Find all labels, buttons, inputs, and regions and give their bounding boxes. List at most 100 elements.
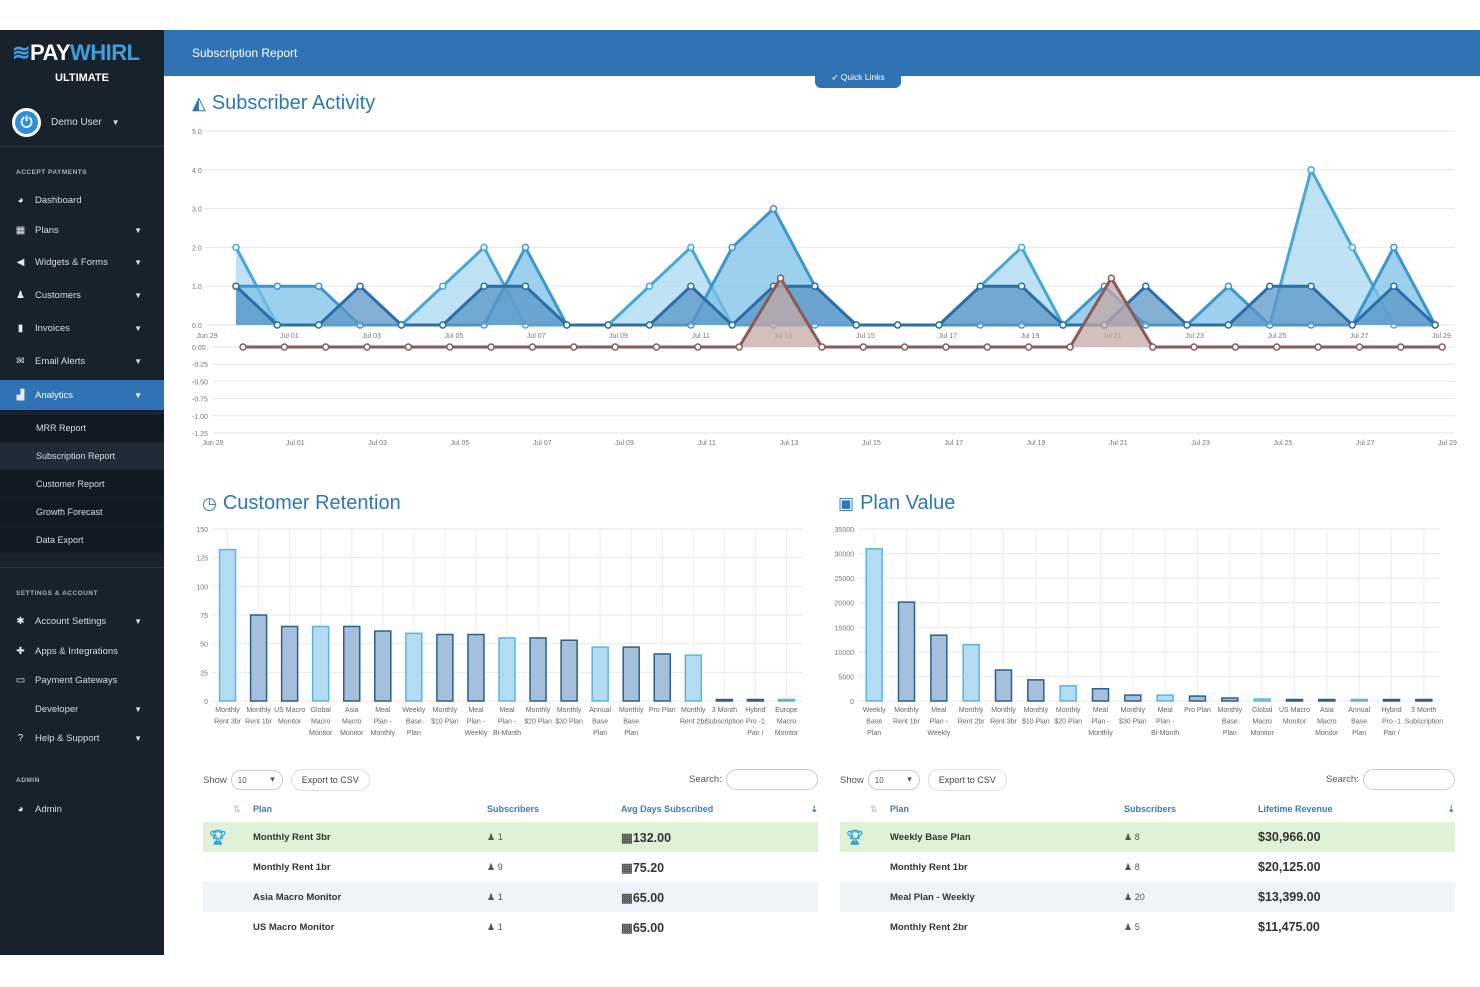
users-icon: ♟ (487, 831, 496, 842)
x-tick-label: Monthly $10 Plan (431, 707, 459, 726)
bar (1350, 698, 1368, 702)
bar (930, 634, 948, 702)
x-tick-label: Weekly Base Plan (863, 707, 886, 737)
table-row[interactable]: 🏆︎ Monthly Rent 3br ♟ 1 ▦132.00 (203, 822, 818, 852)
column-header-subscribers[interactable]: Subscribers (487, 796, 621, 822)
column-header-subscribers[interactable]: Subscribers (1124, 796, 1258, 822)
y-tick-label: 75 (200, 613, 208, 620)
search-input[interactable] (725, 769, 818, 790)
x-tick-label: Monthly Rent 1br (893, 707, 921, 726)
value-cell: $11,475.00 (1258, 920, 1320, 934)
sort-desc-icon[interactable]: ⇣ (1447, 804, 1455, 815)
bar (1221, 697, 1239, 702)
y-tick-label: 25 (200, 670, 208, 677)
table-row[interactable]: US Macro Monitor ♟ 1 ▦65.00 (203, 912, 818, 942)
table-row[interactable]: Meal Plan - Weekly ♟ 20 $13,399.00 (840, 882, 1455, 912)
bar (342, 625, 361, 702)
value-cell: $30,966.00 (1258, 830, 1321, 844)
x-tick-label: Monthly Rent 3br (214, 707, 242, 726)
x-tick-label: Meal Plan -Monthly (1088, 707, 1113, 737)
y-tick-label: 35000 (835, 527, 855, 534)
column-header-value[interactable]: Lifetime Revenue ⇣ (1258, 796, 1455, 822)
bar (1091, 687, 1110, 702)
subscribers-cell: 1 (497, 891, 503, 902)
bar (865, 548, 883, 702)
trophy-icon: 🏆︎ (209, 828, 227, 845)
page-size-select[interactable]: 10 (230, 770, 283, 790)
x-tick-label: Monthly $20 Plan (1054, 707, 1082, 726)
calendar-icon: ▦ (621, 860, 633, 875)
bar (591, 646, 609, 702)
y-tick-label: 30000 (835, 552, 855, 559)
page-size-control: Show10Export to CSV (840, 769, 1007, 791)
value-cell: 132.00 (632, 830, 672, 845)
table-row[interactable]: 🏆︎ Weekly Base Plan ♟ 8 $30,966.00 (840, 822, 1455, 852)
plan-cell: US Macro Monitor (253, 921, 335, 933)
users-icon: ♟ (487, 861, 496, 872)
bar (1059, 685, 1077, 702)
x-tick-label: Monthly $10 Plan (1022, 707, 1050, 726)
table-row[interactable]: Asia Macro Monitor ♟ 1 ▦65.00 (203, 882, 818, 912)
x-tick-label: Europe Macro Monitor (775, 707, 799, 737)
value-cell: 65.00 (632, 920, 665, 935)
bar (1124, 694, 1142, 702)
x-tick-label: Hybrid Pro -1 Pair / (745, 707, 765, 737)
bar (1285, 698, 1304, 702)
x-tick-label: Global Macro Monitor (1250, 707, 1274, 737)
x-tick-label: Annual Base Plan (589, 707, 611, 737)
x-tick-label: Monthly Rent 2br (958, 707, 986, 726)
export-csv-button[interactable]: Export to CSV (290, 769, 370, 791)
users-icon: ♟ (487, 891, 496, 902)
x-tick-label: Asia Macro Monitor (340, 707, 364, 737)
retention-table: ⇅ Plan Subscribers Avg Days Subscribed ⇣… (203, 796, 818, 942)
dashboard-icon: ◕ (17, 803, 24, 815)
column-header-value[interactable]: Avg Days Subscribed ⇣ (621, 796, 818, 822)
sidebar-item-admin[interactable]: ◕ Admin (0, 794, 164, 824)
bar (715, 698, 734, 702)
x-tick-label: Hybrid Pro -1 Pair / (1381, 707, 1401, 737)
subscribers-cell: 8 (1134, 831, 1140, 842)
bar (436, 633, 454, 702)
column-header-plan[interactable]: Plan (253, 796, 487, 822)
bar (962, 643, 980, 702)
sort-icon[interactable]: ⇅ (870, 804, 878, 814)
x-tick-label: Global Macro Monitor (309, 707, 333, 737)
search-input[interactable] (1362, 769, 1455, 790)
search-control: Search: (1326, 769, 1455, 790)
value-cell: $13,399.00 (1258, 890, 1321, 904)
x-tick-label: Monthly $30 Plan (1119, 707, 1147, 726)
table-row[interactable]: Monthly Rent 2br ♟ 5 $11,475.00 (840, 912, 1455, 942)
bar (777, 698, 796, 702)
calendar-icon: ▦ (621, 890, 633, 905)
y-tick-label: 10000 (835, 650, 855, 657)
y-tick-label: 50 (200, 642, 208, 649)
x-tick-label: Meal Plan -Monthly (371, 707, 396, 737)
subscribers-cell: 5 (1134, 921, 1140, 932)
subscribers-cell: 9 (497, 861, 503, 872)
plan-cell: Monthly Rent 1br (253, 861, 331, 873)
x-tick-label: Meal Plan -Weekly (927, 707, 950, 737)
bar (405, 632, 423, 702)
table-row[interactable]: Monthly Rent 1br ♟ 9 ▦75.20 (203, 852, 818, 882)
export-csv-button[interactable]: Export to CSV (927, 769, 1007, 791)
users-icon: ♟ (1124, 861, 1133, 872)
page-size-select[interactable]: 10 (867, 770, 920, 790)
bar (249, 614, 268, 702)
bar (467, 633, 485, 702)
subscribers-cell: 1 (497, 831, 503, 842)
y-tick-label: 25000 (835, 576, 855, 583)
x-tick-label: Monthly Rent 1br (245, 707, 273, 726)
users-icon: ♟ (1124, 921, 1133, 932)
x-tick-label: Meal Plan -Weekly (465, 707, 488, 737)
y-tick-label: 150 (196, 527, 208, 534)
sort-desc-icon[interactable]: ⇣ (810, 804, 818, 815)
subscribers-cell: 8 (1134, 861, 1140, 872)
table-row[interactable]: Monthly Rent 1br ♟ 8 $20,125.00 (840, 852, 1455, 882)
sort-icon[interactable]: ⇅ (233, 804, 241, 814)
plan-cell: Asia Macro Monitor (253, 882, 487, 912)
users-icon: ♟ (1124, 891, 1133, 902)
bar (1318, 698, 1336, 702)
sidebar-item-label: Admin (35, 803, 62, 815)
column-header-plan[interactable]: Plan (890, 796, 1124, 822)
value-cell: 75.20 (632, 860, 665, 875)
